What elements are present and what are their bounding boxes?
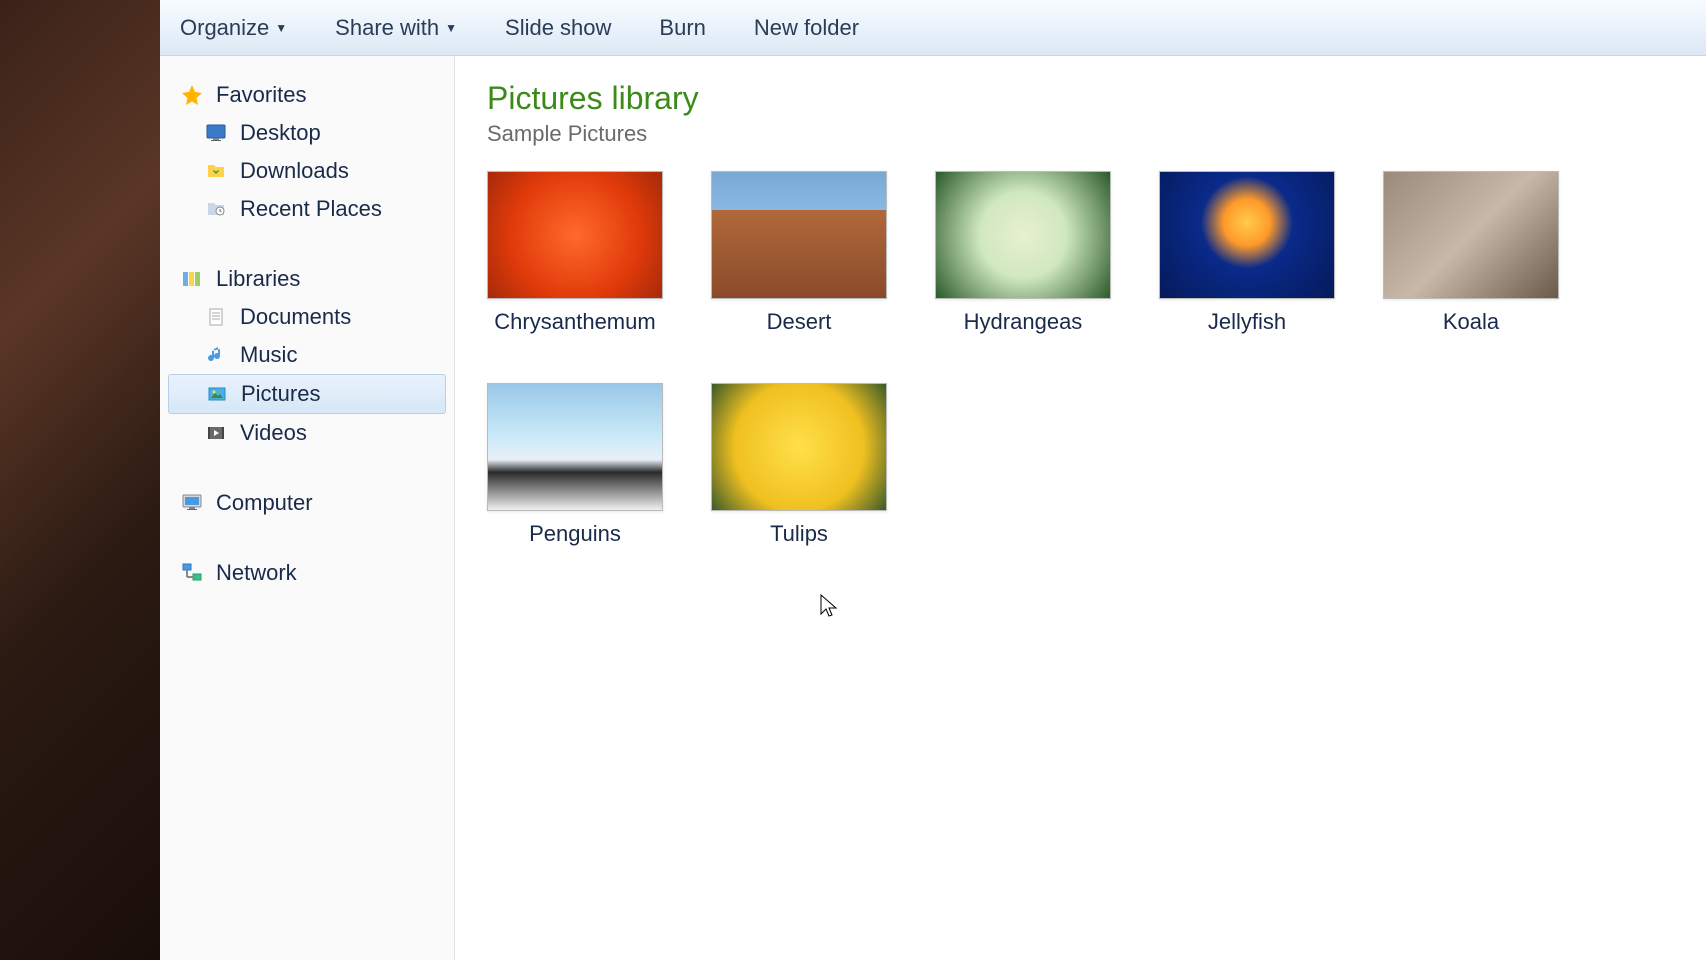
- thumbnail-label: Desert: [767, 309, 832, 335]
- new-folder-button[interactable]: New folder: [754, 15, 859, 41]
- favorites-header[interactable]: Favorites: [160, 76, 454, 114]
- network-group: Network: [160, 554, 454, 592]
- new-folder-label: New folder: [754, 15, 859, 41]
- organize-button[interactable]: Organize ▼: [180, 15, 287, 41]
- favorites-label: Favorites: [216, 82, 306, 108]
- sidebar-item-pictures[interactable]: Pictures: [168, 374, 446, 414]
- picture-icon: [1383, 171, 1559, 299]
- music-icon: [204, 343, 228, 367]
- thumbnail-jellyfish[interactable]: Jellyfish: [1159, 171, 1335, 335]
- slide-show-label: Slide show: [505, 15, 611, 41]
- favorites-group: Favorites Desktop Downloads: [160, 76, 454, 228]
- thumbnail-penguins[interactable]: Penguins: [487, 383, 663, 547]
- videos-label: Videos: [240, 420, 307, 446]
- toolbar: Organize ▼ Share with ▼ Slide show Burn …: [160, 0, 1706, 56]
- desktop-label: Desktop: [240, 120, 321, 146]
- libraries-group: Libraries Documents Music: [160, 260, 454, 452]
- dropdown-arrow-icon: ▼: [275, 21, 287, 35]
- sidebar-item-network[interactable]: Network: [160, 554, 454, 592]
- thumbnail-label: Tulips: [770, 521, 828, 547]
- thumbnail-label: Koala: [1443, 309, 1499, 335]
- pictures-icon: [205, 382, 229, 406]
- picture-icon: [487, 171, 663, 299]
- network-label: Network: [216, 560, 297, 586]
- recent-places-label: Recent Places: [240, 196, 382, 222]
- thumbnail-grid: Chrysanthemum Desert Hydrangeas Jellyfis…: [487, 171, 1674, 547]
- library-subtitle: Sample Pictures: [487, 121, 1674, 147]
- library-title: Pictures library: [487, 80, 1674, 117]
- thumbnail-label: Jellyfish: [1208, 309, 1286, 335]
- recent-places-icon: [204, 197, 228, 221]
- thumbnail-label: Penguins: [529, 521, 621, 547]
- thumbnail-label: Chrysanthemum: [494, 309, 655, 335]
- star-icon: [180, 83, 204, 107]
- picture-icon: [1159, 171, 1335, 299]
- sidebar-item-downloads[interactable]: Downloads: [160, 152, 454, 190]
- main-area: Favorites Desktop Downloads: [160, 56, 1706, 960]
- downloads-label: Downloads: [240, 158, 349, 184]
- documents-label: Documents: [240, 304, 351, 330]
- thumbnail-chrysanthemum[interactable]: Chrysanthemum: [487, 171, 663, 335]
- content-pane: Pictures library Sample Pictures Chrysan…: [455, 56, 1706, 960]
- thumbnail-koala[interactable]: Koala: [1383, 171, 1559, 335]
- share-with-button[interactable]: Share with ▼: [335, 15, 457, 41]
- mouse-cursor-icon: [820, 594, 840, 627]
- libraries-header[interactable]: Libraries: [160, 260, 454, 298]
- computer-icon: [180, 491, 204, 515]
- computer-label: Computer: [216, 490, 313, 516]
- thumbnail-hydrangeas[interactable]: Hydrangeas: [935, 171, 1111, 335]
- libraries-icon: [180, 267, 204, 291]
- dropdown-arrow-icon: ▼: [445, 21, 457, 35]
- share-with-label: Share with: [335, 15, 439, 41]
- libraries-label: Libraries: [216, 266, 300, 292]
- computer-group: Computer: [160, 484, 454, 522]
- content-header: Pictures library Sample Pictures: [487, 80, 1674, 147]
- picture-icon: [711, 383, 887, 511]
- downloads-folder-icon: [204, 159, 228, 183]
- desktop-icon: [204, 121, 228, 145]
- navigation-pane: Favorites Desktop Downloads: [160, 56, 455, 960]
- network-icon: [180, 561, 204, 585]
- sidebar-item-videos[interactable]: Videos: [160, 414, 454, 452]
- sidebar-item-documents[interactable]: Documents: [160, 298, 454, 336]
- organize-label: Organize: [180, 15, 269, 41]
- videos-icon: [204, 421, 228, 445]
- picture-icon: [935, 171, 1111, 299]
- music-label: Music: [240, 342, 297, 368]
- thumbnail-label: Hydrangeas: [964, 309, 1083, 335]
- sidebar-item-recent-places[interactable]: Recent Places: [160, 190, 454, 228]
- burn-label: Burn: [659, 15, 705, 41]
- picture-icon: [711, 171, 887, 299]
- picture-icon: [487, 383, 663, 511]
- explorer-window: Organize ▼ Share with ▼ Slide show Burn …: [160, 0, 1706, 960]
- desktop-background: [0, 0, 160, 960]
- slide-show-button[interactable]: Slide show: [505, 15, 611, 41]
- sidebar-item-desktop[interactable]: Desktop: [160, 114, 454, 152]
- thumbnail-desert[interactable]: Desert: [711, 171, 887, 335]
- thumbnail-tulips[interactable]: Tulips: [711, 383, 887, 547]
- sidebar-item-computer[interactable]: Computer: [160, 484, 454, 522]
- documents-icon: [204, 305, 228, 329]
- sidebar-item-music[interactable]: Music: [160, 336, 454, 374]
- pictures-label: Pictures: [241, 381, 320, 407]
- burn-button[interactable]: Burn: [659, 15, 705, 41]
